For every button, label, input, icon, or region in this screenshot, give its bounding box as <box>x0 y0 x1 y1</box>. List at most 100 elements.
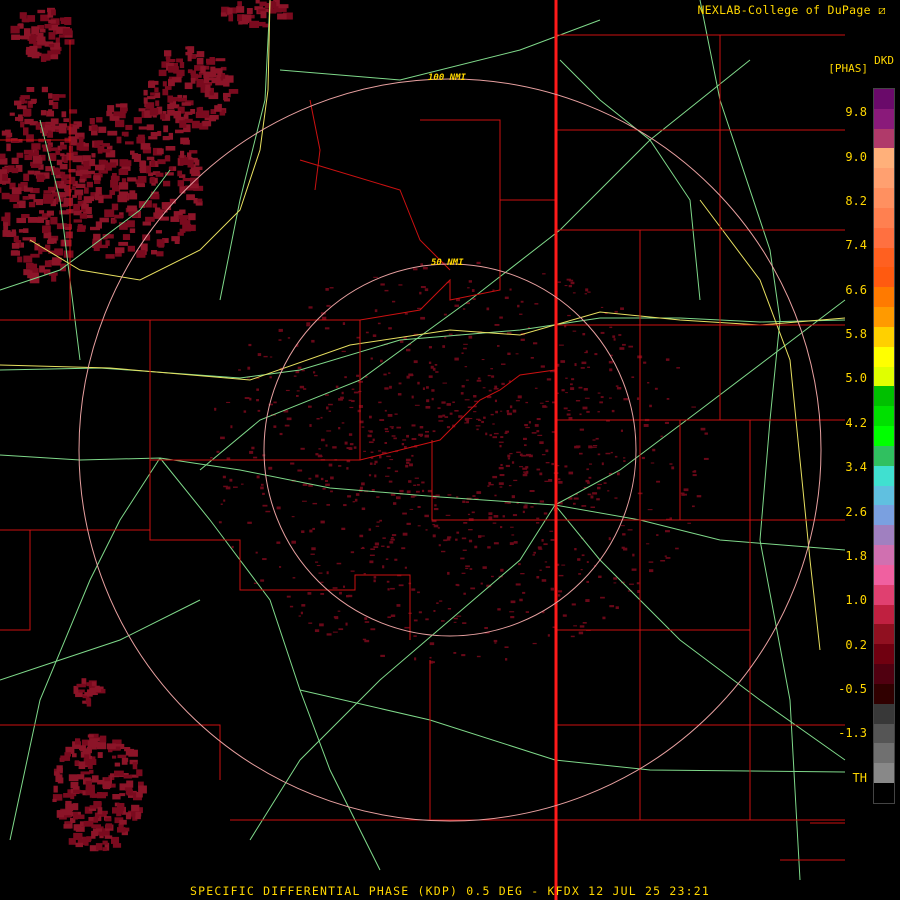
radar-echo <box>420 263 424 266</box>
radar-echo <box>177 97 187 102</box>
radar-echo <box>187 54 192 62</box>
radar-echo <box>417 506 421 509</box>
radar-echo <box>180 150 185 158</box>
radar-echo <box>0 153 6 160</box>
radar-echo <box>406 434 410 438</box>
radar-echo <box>610 451 613 454</box>
radar-echo <box>438 420 444 422</box>
radar-echo <box>167 103 175 110</box>
radar-echo <box>179 217 188 225</box>
radar-echo <box>417 381 420 385</box>
radar-echo <box>570 383 573 386</box>
radar-echo <box>617 472 620 476</box>
radar-echo <box>345 622 348 626</box>
radar-echo <box>95 187 102 195</box>
radar-echo <box>10 25 20 34</box>
radar-echo <box>301 604 306 607</box>
radar-echo <box>147 96 156 100</box>
radar-echo <box>447 608 452 610</box>
radar-echo <box>536 418 541 421</box>
radar-echo <box>373 576 377 579</box>
color-legend-label: 2.6 <box>845 505 867 519</box>
radar-echo <box>184 118 193 123</box>
color-legend-swatch <box>874 366 894 387</box>
radar-echo <box>121 131 129 136</box>
radar-echo <box>447 571 450 575</box>
radar-echo <box>346 595 349 598</box>
radar-echo <box>560 360 566 363</box>
radar-echo <box>537 546 542 549</box>
radar-echo <box>541 539 544 542</box>
radar-echo <box>381 545 385 547</box>
radar-echo <box>114 770 124 776</box>
radar-echo <box>156 239 165 247</box>
radar-echo <box>692 474 697 477</box>
radar-echo <box>696 495 702 498</box>
radar-echo <box>586 410 590 413</box>
logo-icon: ⧄ <box>878 3 886 17</box>
radar-echo <box>374 542 380 546</box>
radar-echo <box>413 360 418 364</box>
radar-echo <box>369 462 373 465</box>
radar-echo <box>96 794 106 799</box>
radar-echo <box>311 339 315 343</box>
radar-echo <box>48 44 55 48</box>
radar-echo <box>580 367 585 369</box>
radar-echo <box>406 522 411 525</box>
radar-echo <box>596 498 600 501</box>
radar-echo <box>112 843 122 848</box>
radar-echo <box>592 492 598 495</box>
radar-echo <box>471 511 475 514</box>
radar-echo <box>570 387 575 391</box>
radar-echo <box>551 431 555 433</box>
radar-echo <box>289 605 294 608</box>
radar-echo <box>123 774 133 779</box>
radar-echo <box>574 548 577 551</box>
radar-echo <box>462 308 466 310</box>
radar-echo <box>378 450 382 452</box>
radar-echo <box>119 222 128 230</box>
radar-echo <box>536 522 540 524</box>
radar-echo <box>28 201 36 208</box>
range-ring-label: 50 NMI <box>431 258 464 268</box>
radar-echo <box>516 451 521 454</box>
radar-echo <box>58 810 65 818</box>
radar-echo <box>609 397 612 399</box>
radar-echo <box>107 130 118 136</box>
radar-echo <box>188 213 196 221</box>
radar-echo <box>72 124 80 129</box>
radar-echo <box>19 12 27 19</box>
radar-echo <box>89 805 99 809</box>
radar-echo <box>568 284 572 288</box>
radar-echo <box>474 497 479 499</box>
color-legend-swatch <box>874 89 894 109</box>
radar-echo <box>89 158 96 167</box>
radar-echo <box>326 633 332 636</box>
radar-echo <box>132 762 138 770</box>
radar-echo <box>492 522 497 524</box>
color-legend-label: 5.0 <box>845 371 867 385</box>
radar-echo <box>43 232 52 239</box>
radar-echo <box>515 583 521 586</box>
radar-echo <box>494 385 498 389</box>
radar-echo <box>664 555 667 557</box>
radar-echo <box>48 93 53 99</box>
radar-echo <box>468 529 473 531</box>
radar-echo <box>181 102 191 106</box>
radar-echo <box>311 547 316 551</box>
radar-echo <box>328 410 332 412</box>
radar-echo <box>568 279 574 282</box>
radar-echo <box>52 94 60 101</box>
radar-echo <box>420 316 426 320</box>
radar-echo <box>312 502 318 505</box>
radar-echo <box>118 169 129 176</box>
radar-echo <box>370 628 376 631</box>
radar-echo <box>223 78 230 87</box>
road <box>199 59 751 471</box>
radar-echo <box>86 682 91 687</box>
radar-echo <box>256 388 259 391</box>
radar-echo <box>321 438 325 442</box>
radar-echo <box>486 307 490 311</box>
radar-echo <box>389 459 394 461</box>
color-legend-label: 1.8 <box>845 549 867 563</box>
